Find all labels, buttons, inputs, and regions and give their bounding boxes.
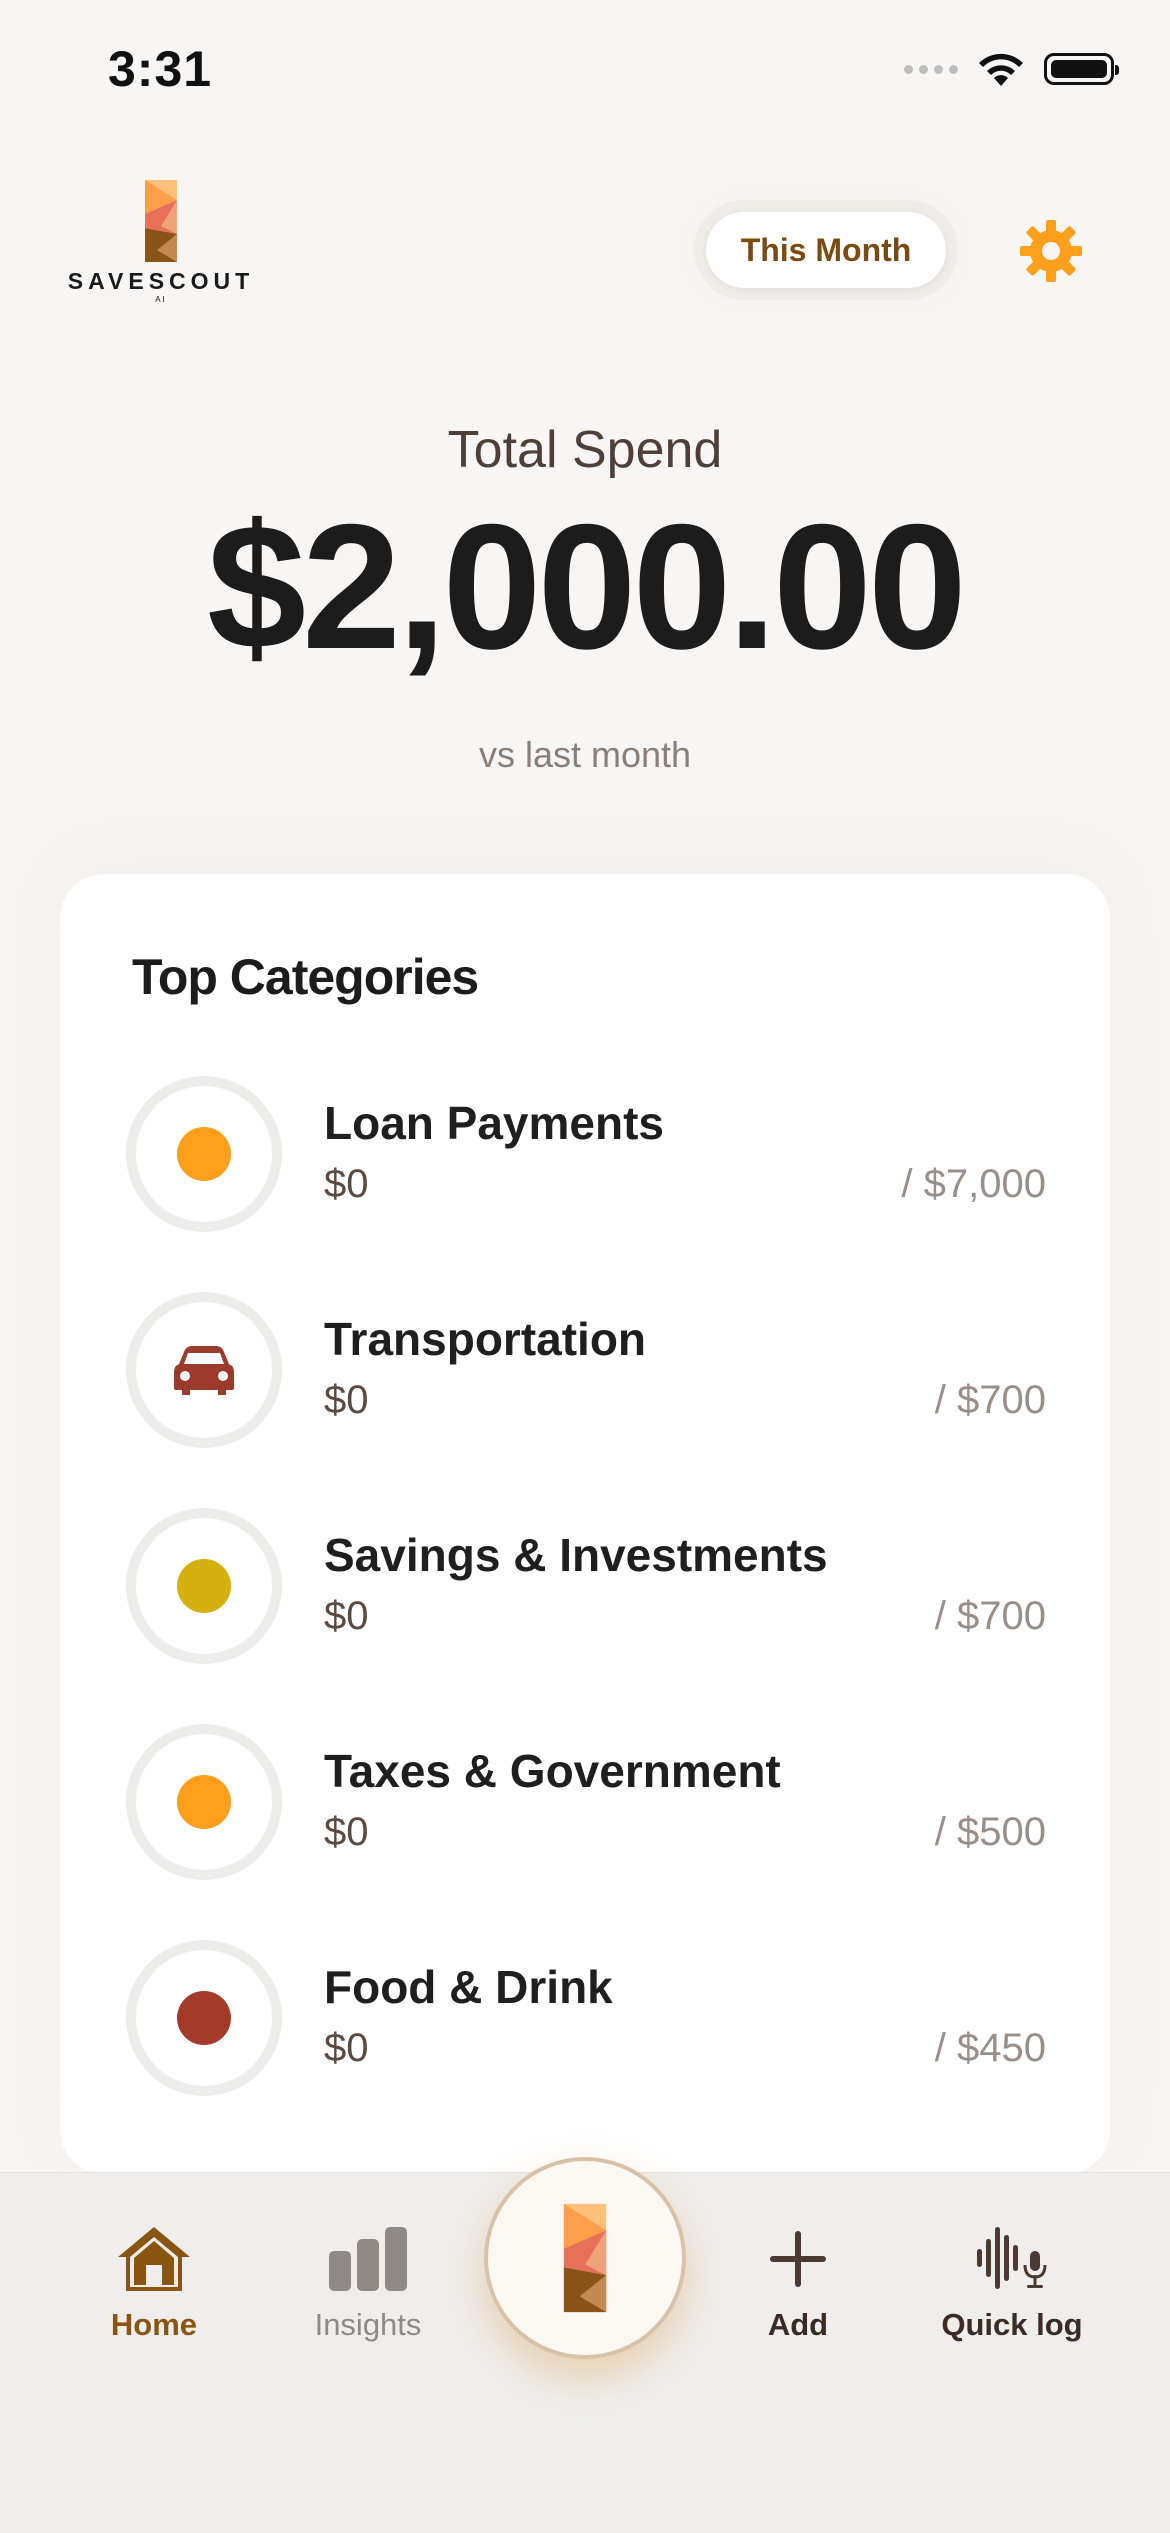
category-row-taxes-government[interactable]: Taxes & Government $0 / $500 xyxy=(126,1724,1046,1884)
status-icons xyxy=(904,50,1119,88)
bar-chart-icon xyxy=(329,2227,407,2291)
category-budget: / $700 xyxy=(934,1378,1046,1422)
category-spent: $0 xyxy=(324,1162,369,1206)
tab-quick-log[interactable]: Quick log xyxy=(922,2223,1102,2343)
category-budget: / $500 xyxy=(934,1810,1046,1854)
category-row-food-drink[interactable]: Food & Drink $0 / $450 xyxy=(126,1940,1046,2100)
savescout-logo-icon xyxy=(145,180,177,262)
cellular-signal-icon xyxy=(904,64,958,74)
status-time: 3:31 xyxy=(108,41,213,97)
tab-add-label: Add xyxy=(767,2307,829,2342)
total-spend-summary: Total Spend $2,000.00 vs last month xyxy=(0,420,1170,776)
category-dot-icon xyxy=(177,1775,231,1829)
tab-insights[interactable]: Insights xyxy=(278,2223,458,2343)
category-budget: / $7,000 xyxy=(901,1162,1046,1206)
tab-home[interactable]: Home xyxy=(64,2223,244,2343)
battery-icon xyxy=(1044,53,1119,85)
gear-icon[interactable] xyxy=(1020,220,1082,282)
top-categories-card: Top Categories Loan Payments $0 / $7,000… xyxy=(60,874,1110,2174)
category-dot-icon xyxy=(177,1991,231,2045)
category-spent: $0 xyxy=(324,1810,369,1854)
category-budget: / $450 xyxy=(934,2026,1046,2070)
tab-quick-log-label: Quick log xyxy=(941,2307,1083,2342)
plus-icon xyxy=(770,2231,826,2287)
tab-home-label: Home xyxy=(110,2307,198,2342)
category-row-loan-payments[interactable]: Loan Payments $0 / $7,000 xyxy=(126,1076,1046,1236)
category-spent: $0 xyxy=(324,2026,369,2070)
period-button[interactable]: This Month xyxy=(706,212,946,288)
home-indicator xyxy=(0,2460,1170,2532)
category-budget: / $700 xyxy=(934,1594,1046,1638)
voice-log-icon xyxy=(977,2227,1047,2289)
category-ring xyxy=(126,1940,282,2096)
category-name: Savings & Investments xyxy=(324,1529,828,1581)
center-logo-button[interactable] xyxy=(484,2157,686,2359)
comparison-text: vs last month xyxy=(478,734,692,775)
total-spend-amount: $2,000.00 xyxy=(207,487,967,686)
total-spend-label: Total Spend xyxy=(447,421,723,479)
logo-wordmark: SAVESCOUT xyxy=(67,268,255,294)
category-name: Transportation xyxy=(324,1313,647,1365)
period-selector[interactable]: This Month xyxy=(694,200,958,300)
logo-subtext: AI xyxy=(155,295,167,304)
tab-insights-label: Insights xyxy=(314,2307,422,2342)
card-title: Top Categories xyxy=(132,949,479,1005)
category-ring xyxy=(126,1508,282,1664)
tab-add[interactable]: Add xyxy=(708,2223,888,2343)
home-icon xyxy=(118,2227,190,2291)
category-name: Loan Payments xyxy=(324,1097,664,1149)
category-dot-icon xyxy=(177,1559,231,1613)
category-spent: $0 xyxy=(324,1594,369,1638)
category-ring xyxy=(126,1292,282,1448)
category-ring xyxy=(126,1724,282,1880)
car-icon xyxy=(174,1346,234,1395)
header: SAVESCOUT AI This Month xyxy=(0,170,1170,330)
category-dot-icon xyxy=(177,1127,231,1181)
category-row-transportation[interactable]: Transportation $0 / $700 xyxy=(126,1292,1046,1452)
wifi-icon xyxy=(979,53,1023,86)
category-spent: $0 xyxy=(324,1378,369,1422)
category-name: Taxes & Government xyxy=(324,1745,781,1797)
category-name: Food & Drink xyxy=(324,1961,613,2013)
category-ring xyxy=(126,1076,282,1232)
app-logo: SAVESCOUT AI xyxy=(66,180,256,304)
category-row-savings-investments[interactable]: Savings & Investments $0 / $700 xyxy=(126,1508,1046,1668)
status-bar: 3:31 xyxy=(0,0,1170,150)
savescout-logo-icon xyxy=(563,2203,607,2313)
